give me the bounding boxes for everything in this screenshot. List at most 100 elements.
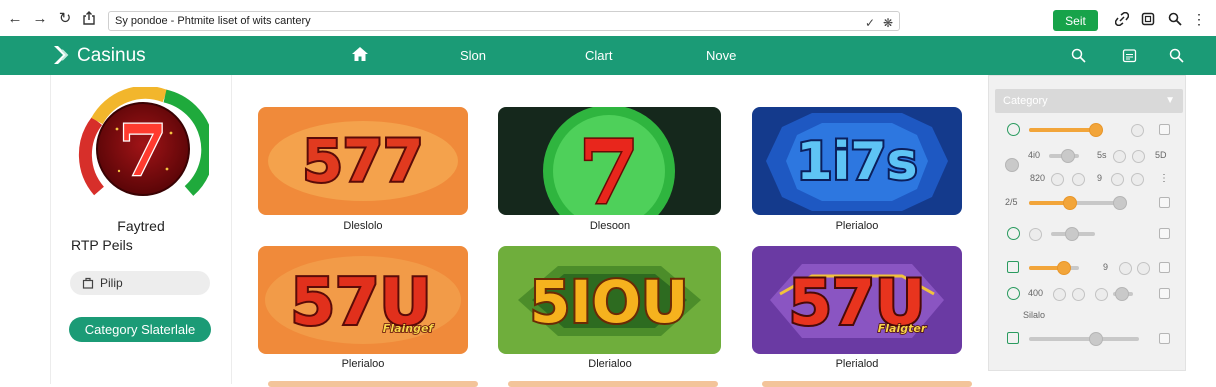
game-art-text: 5IOU — [530, 268, 688, 336]
more-menu-icon[interactable]: ⋮ — [1190, 10, 1208, 28]
game-caption: Dleslolo — [343, 220, 383, 232]
filter-row: 400 — [1001, 285, 1177, 303]
filter-value: Silalo — [1023, 310, 1046, 320]
filter-row — [1001, 225, 1177, 243]
forward-arrow-icon[interactable]: → — [31, 9, 49, 27]
filter-value: 9 — [1103, 262, 1109, 272]
brand-name[interactable]: Casinus — [77, 45, 146, 67]
more-dots-icon[interactable]: ⋮ — [1159, 173, 1169, 184]
filter-row: Silalo — [1001, 307, 1177, 325]
filter-value: 5D — [1155, 150, 1167, 160]
search-icon[interactable] — [1068, 45, 1088, 65]
bag-icon — [82, 277, 94, 289]
filter-value: 400 — [1028, 288, 1044, 298]
checkbox[interactable] — [1159, 228, 1170, 239]
back-arrow-icon[interactable]: ← — [6, 9, 24, 27]
link-icon[interactable] — [1113, 10, 1131, 28]
slider-handle[interactable] — [1065, 227, 1079, 241]
radio-toggle[interactable] — [1007, 227, 1020, 240]
filter-row: 4i0 5s 5D — [1001, 147, 1177, 172]
filter-row — [1001, 121, 1177, 139]
filter-row: 9 — [1001, 259, 1177, 277]
filter-value: 5s — [1097, 150, 1107, 160]
game-card[interactable]: 577 — [258, 107, 468, 215]
check-icon[interactable]: ✓ — [865, 14, 875, 32]
slider-handle[interactable] — [1061, 149, 1075, 163]
featured-title: Faytred — [117, 218, 165, 234]
game-caption: Plerialoo — [341, 358, 385, 370]
calendar-icon[interactable] — [1119, 45, 1139, 65]
option-circle[interactable] — [1113, 150, 1126, 163]
game-card[interactable]: 7 — [498, 107, 721, 215]
option-circle[interactable] — [1111, 173, 1124, 186]
radio-toggle[interactable] — [1007, 123, 1020, 136]
filter-value: 4i0 — [1028, 150, 1041, 160]
address-bar[interactable]: Sy pondoe - Phtmite liset of wits canter… — [108, 11, 900, 31]
filter-value: 9 — [1097, 173, 1103, 183]
slider-handle[interactable] — [1063, 196, 1077, 210]
rtp-subtitle: RTP Peils — [71, 237, 133, 253]
site-navbar: Casinus Slon Clart Nove — [0, 36, 1216, 75]
home-icon[interactable] — [351, 46, 369, 67]
game-card-peek[interactable] — [508, 381, 718, 387]
checkbox[interactable] — [1159, 288, 1170, 299]
option-circle[interactable] — [1095, 288, 1108, 301]
option-circle[interactable] — [1072, 288, 1085, 301]
checkbox[interactable] — [1159, 197, 1170, 208]
game-card[interactable]: 57U Flaingef — [258, 246, 468, 354]
extensions-icon[interactable]: ❋ — [883, 14, 893, 32]
option-circle[interactable] — [1119, 262, 1132, 275]
slider-fill — [1029, 128, 1097, 132]
option-circle[interactable] — [1053, 288, 1066, 301]
checkbox[interactable] — [1159, 262, 1170, 273]
set-button[interactable]: Seit — [1053, 10, 1098, 31]
slider-handle[interactable] — [1057, 261, 1071, 275]
filter-row: 2/5 — [1001, 194, 1177, 212]
option-circle[interactable] — [1131, 124, 1144, 137]
option-circle[interactable] — [1029, 228, 1042, 241]
slider-handle[interactable] — [1115, 287, 1129, 301]
category-select-label: Category — [1003, 95, 1048, 107]
slider-handle[interactable] — [1089, 123, 1103, 137]
rtp-gauge: 7 — [78, 87, 209, 196]
share-icon[interactable] — [80, 9, 98, 27]
tabs-icon[interactable] — [1139, 10, 1157, 28]
option-circle[interactable] — [1072, 173, 1085, 186]
game-art-text: 1i7s — [796, 132, 917, 192]
checkbox[interactable] — [1007, 261, 1019, 273]
nav-link-clart[interactable]: Clart — [585, 48, 612, 63]
game-caption: Plerialod — [835, 358, 879, 370]
game-tag-text: Flaingef — [383, 322, 435, 335]
game-card[interactable]: 1i7s — [752, 107, 962, 215]
slider-handle[interactable] — [1113, 196, 1127, 210]
option-circle[interactable] — [1131, 173, 1144, 186]
chevron-logo-icon[interactable] — [52, 44, 74, 71]
featured-sidebar: 7 Faytred RTP Peils Pilip Category Slate… — [50, 75, 232, 384]
game-card-peek[interactable] — [762, 381, 972, 387]
radio-toggle[interactable] — [1007, 287, 1020, 300]
game-card[interactable]: 57U Flaigter — [752, 246, 962, 354]
nav-link-nove[interactable]: Nove — [706, 48, 736, 63]
category-button[interactable]: Category Slaterlale — [69, 317, 211, 342]
slider-track[interactable] — [1029, 337, 1139, 341]
game-card-peek[interactable] — [268, 381, 478, 387]
pilip-button[interactable]: Pilip — [70, 271, 210, 295]
option-circle[interactable] — [1137, 262, 1150, 275]
browser-toolbar: ← → ↻ Sy pondoe - Phtmite liset of wits … — [0, 0, 1216, 36]
search-icon-secondary[interactable] — [1166, 45, 1186, 65]
category-select[interactable]: Category ▼ — [995, 89, 1183, 113]
option-circle[interactable] — [1051, 173, 1064, 186]
checkbox[interactable] — [1159, 124, 1170, 135]
nav-link-slon[interactable]: Slon — [460, 48, 486, 63]
reload-icon[interactable]: ↻ — [56, 9, 74, 27]
search-icon[interactable] — [1166, 10, 1184, 28]
game-card[interactable]: 5IOU — [498, 246, 721, 354]
slider-handle[interactable] — [1089, 332, 1103, 346]
checkbox[interactable] — [1159, 333, 1170, 344]
checkbox[interactable] — [1007, 332, 1019, 344]
chevron-down-icon: ▼ — [1165, 95, 1175, 106]
filter-value: 2/5 — [1005, 197, 1018, 207]
filter-panel: Category ▼ 4i0 5s 5D 820 9 ⋮ 2/5 9 400 S… — [988, 75, 1186, 371]
filter-value: 820 — [1030, 173, 1046, 183]
option-circle[interactable] — [1132, 150, 1145, 163]
